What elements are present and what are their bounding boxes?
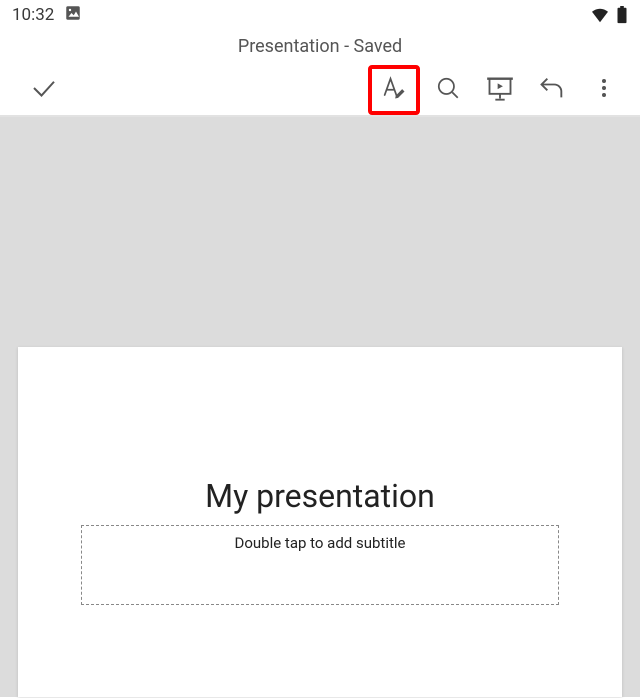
done-button[interactable] <box>18 65 70 115</box>
slide-subtitle-placeholder[interactable]: Double tap to add subtitle <box>81 525 559 605</box>
wifi-icon <box>590 7 610 23</box>
canvas-area[interactable]: My presentation Double tap to add subtit… <box>0 117 640 697</box>
search-button[interactable] <box>422 65 474 115</box>
present-button[interactable] <box>474 65 526 115</box>
slide[interactable]: My presentation Double tap to add subtit… <box>18 347 622 697</box>
slide-title[interactable]: My presentation <box>18 477 622 515</box>
search-icon <box>435 75 461 105</box>
undo-button[interactable] <box>526 65 578 115</box>
text-edit-icon <box>380 74 408 106</box>
document-title: Presentation - Saved <box>0 30 640 65</box>
status-time: 10:32 <box>12 5 54 25</box>
edit-text-button[interactable] <box>368 65 420 115</box>
toolbar <box>0 65 640 115</box>
status-bar: 10:32 <box>0 0 640 30</box>
more-vertical-icon <box>592 76 616 104</box>
image-icon <box>64 4 82 27</box>
more-button[interactable] <box>578 65 630 115</box>
check-icon <box>29 73 59 107</box>
undo-icon <box>538 74 566 106</box>
battery-icon <box>616 6 628 24</box>
present-icon <box>486 74 514 106</box>
